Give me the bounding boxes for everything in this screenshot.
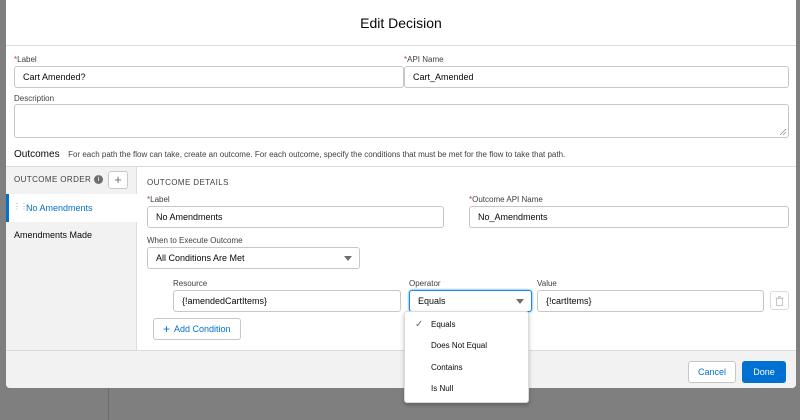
api-name-field-title: *API Name [404,55,444,64]
operator-select[interactable]: Equals [409,290,532,312]
cancel-button[interactable]: Cancel [688,361,736,383]
outcome-order-panel: OUTCOME ORDER i + ⋮⋮ No Amendments Amendm… [6,167,137,350]
modal-header: Edit Decision [6,0,796,46]
modal-title: Edit Decision [360,15,442,31]
outcomes-intro: Outcomes For each path the flow can take… [14,149,565,160]
delete-condition-button[interactable] [770,291,789,310]
edit-decision-modal: Edit Decision *Label Cart Amended? *API … [6,0,796,388]
operator-option-does-not-equal[interactable]: Does Not Equal [405,336,528,356]
plus-icon: + [163,322,171,336]
done-button[interactable]: Done [742,361,786,383]
operator-dropdown-menu: ✓ Equals Does Not Equal Contains Is Null [404,311,529,403]
description-field-title: Description [14,94,55,103]
when-execute-title: When to Execute Outcome [147,236,243,245]
when-execute-select[interactable]: All Conditions Are Met [147,247,360,269]
value-title: Value [537,279,557,288]
label-input[interactable]: Cart Amended? [14,66,404,88]
value-input[interactable]: {!cartItems} [537,290,764,312]
outcome-label-title: *Label [147,195,170,204]
api-name-input[interactable]: Cart_Amended [404,66,789,88]
trash-icon [775,296,784,306]
resource-input[interactable]: {!amendedCartItems} [173,290,401,312]
background-divider [108,388,109,420]
outcome-order-header: OUTCOME ORDER i [14,175,104,185]
outcome-api-name-title: *Outcome API Name [469,195,543,204]
drag-handle-icon[interactable]: ⋮⋮ [13,202,28,211]
outcomes-description: For each path the flow can take, create … [68,150,566,159]
info-icon[interactable]: i [94,175,104,185]
outcomes-title: Outcomes [14,149,60,160]
operator-option-contains[interactable]: Contains [405,358,528,378]
description-textarea[interactable] [14,104,789,138]
outcome-label-input[interactable]: No Amendments [147,206,444,228]
label-field-title: *Label [14,55,37,64]
resize-handle-icon[interactable] [780,129,786,135]
modal-footer: Cancel Done [6,350,796,388]
chevron-down-icon [344,256,352,261]
operator-title: Operator [409,279,441,288]
plus-icon: + [114,172,122,187]
outcome-details-header: OUTCOME DETAILS [147,178,229,187]
outcome-item-amendments-made[interactable]: Amendments Made [14,230,92,240]
operator-option-equals[interactable]: ✓ Equals [405,315,528,335]
outcome-api-name-input[interactable]: No_Amendments [469,206,789,228]
chevron-down-icon [516,299,524,304]
resource-title: Resource [173,279,208,288]
check-icon: ✓ [415,319,424,330]
outcome-item-label: No Amendments [26,203,93,213]
operator-option-is-null[interactable]: Is Null [405,379,528,399]
outcome-item-no-amendments[interactable]: ⋮⋮ No Amendments [6,194,137,222]
add-condition-button[interactable]: + Add Condition [153,318,241,340]
add-outcome-button[interactable]: + [108,171,128,189]
